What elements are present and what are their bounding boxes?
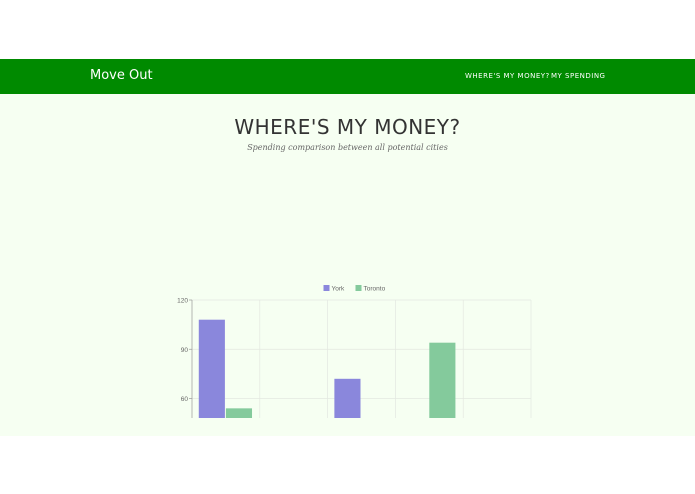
- bar-toronto: [225, 408, 253, 418]
- brand-link[interactable]: Move Out: [90, 68, 153, 83]
- page-title: WHERE'S MY MONEY?: [234, 115, 461, 139]
- legend-label-toronto: Toronto: [364, 286, 386, 293]
- y-tick-label: 90: [181, 347, 189, 354]
- legend-label-york: York: [332, 286, 346, 293]
- main-content: WHERE'S MY MONEY? Spending comparison be…: [0, 94, 695, 436]
- spending-bar-chart: 0306090120Food & DiningEntertainmentShop…: [177, 285, 532, 418]
- bar-york: [198, 319, 225, 418]
- y-tick-label: 60: [181, 396, 189, 403]
- bar-toronto: [429, 342, 456, 418]
- navbar: Move Out WHERE'S MY MONEY? MY SPENDING: [0, 59, 695, 94]
- legend-swatch-york: [323, 285, 330, 291]
- nav-link-wheres-my-money[interactable]: WHERE'S MY MONEY?: [465, 72, 550, 80]
- y-tick-label: 120: [177, 298, 188, 305]
- page-subtitle: Spending comparison between all potentia…: [247, 143, 448, 152]
- legend-swatch-toronto: [355, 285, 362, 291]
- nav-link-my-spending[interactable]: MY SPENDING: [551, 72, 605, 80]
- bar-york: [334, 378, 361, 418]
